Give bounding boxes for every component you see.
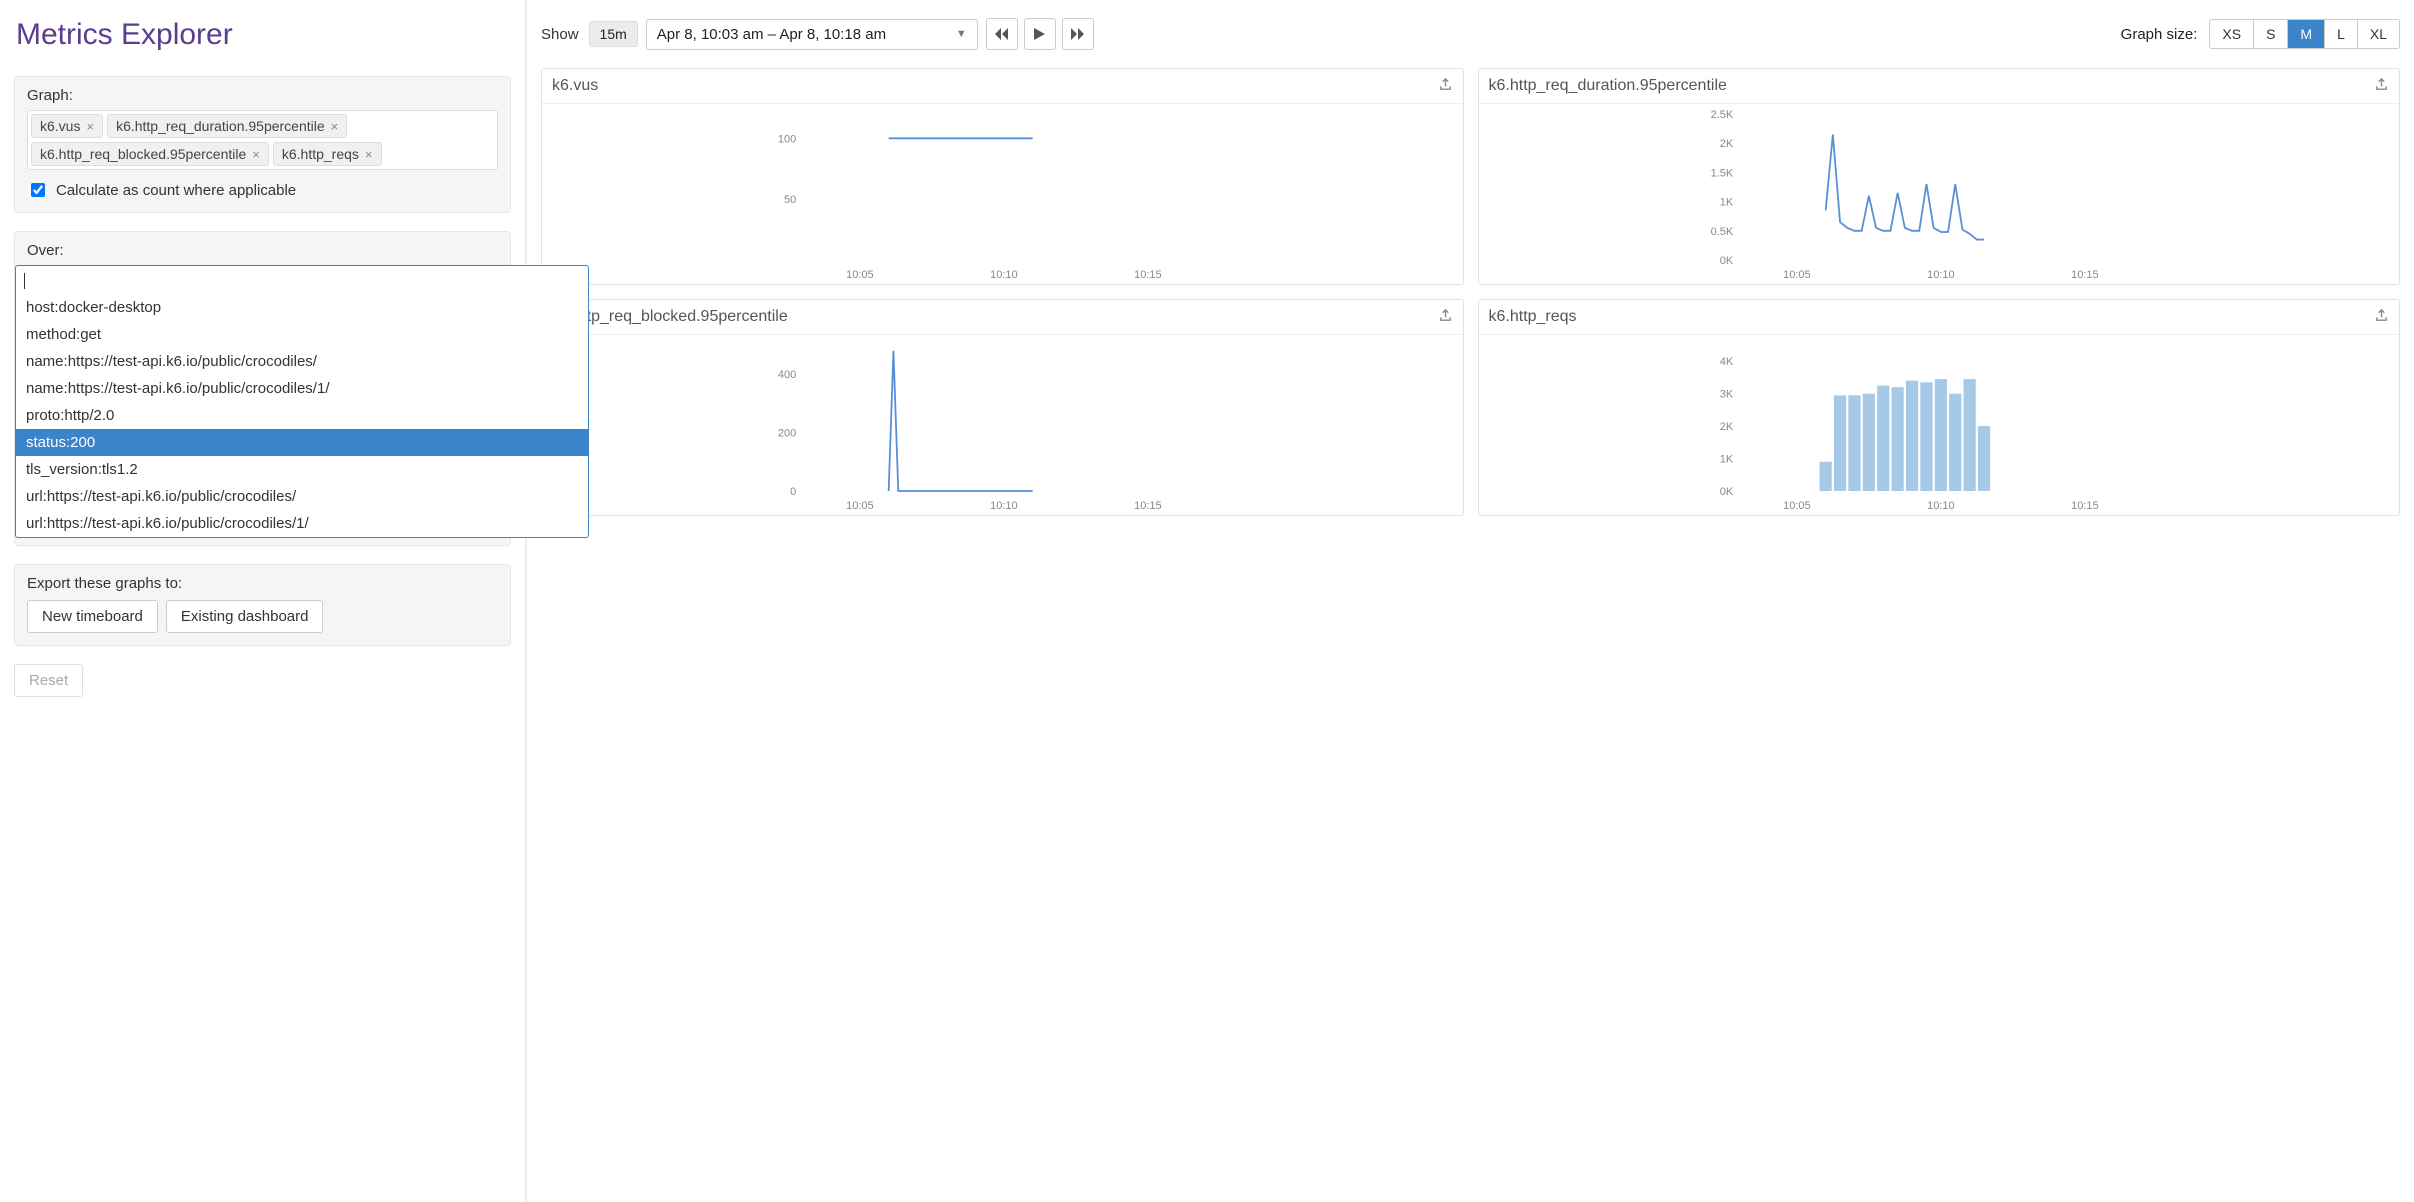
- svg-text:200: 200: [778, 428, 796, 440]
- metric-chip[interactable]: k6.http_reqs ×: [273, 142, 382, 166]
- svg-text:2.5K: 2.5K: [1710, 109, 1733, 121]
- svg-text:3K: 3K: [1719, 389, 1733, 401]
- over-dropdown-item[interactable]: host:docker-desktop: [16, 294, 588, 321]
- over-dropdown: host:docker-desktopmethod:getname:https:…: [15, 294, 589, 538]
- over-dropdown-item[interactable]: name:https://test-api.k6.io/public/croco…: [16, 375, 588, 402]
- chip-remove-icon[interactable]: ×: [331, 120, 339, 133]
- existing-dashboard-button[interactable]: Existing dashboard: [166, 600, 324, 633]
- svg-text:10:05: 10:05: [1783, 500, 1811, 512]
- graph-size-option[interactable]: M: [2288, 20, 2325, 48]
- svg-text:10:15: 10:15: [1134, 269, 1162, 281]
- svg-text:0: 0: [790, 486, 796, 498]
- svg-text:0K: 0K: [1719, 255, 1733, 267]
- graph-size-label: Graph size:: [2121, 26, 2198, 43]
- chip-remove-icon[interactable]: ×: [86, 120, 94, 133]
- show-label: Show: [541, 26, 579, 43]
- time-range-picker[interactable]: Apr 8, 10:03 am – Apr 8, 10:18 am ▼: [646, 19, 978, 50]
- over-dropdown-item[interactable]: tls_version:tls1.2: [16, 456, 588, 483]
- step-forward-button[interactable]: [1062, 18, 1094, 50]
- chart-body: 0 200 400 10:05 10:10 10:15: [542, 335, 1463, 515]
- sidebar: Metrics Explorer Graph: k6.vus×k6.http_r…: [0, 0, 527, 1202]
- export-icon[interactable]: [2374, 308, 2389, 326]
- chart-card: k6.vus 50 100 10:05 10:10 10:15: [541, 68, 1464, 285]
- chart-card: k6.http_req_blocked.95percentile02004001…: [541, 299, 1464, 516]
- metric-chip-label: k6.vus: [40, 118, 80, 134]
- graph-size-segment: XSSMLXL: [2209, 19, 2400, 49]
- new-timeboard-button[interactable]: New timeboard: [27, 600, 158, 633]
- svg-text:10:10: 10:10: [990, 500, 1018, 512]
- metric-chip-label: k6.http_reqs: [282, 146, 359, 162]
- calc-as-count-label: Calculate as count where applicable: [56, 182, 296, 199]
- calc-as-count-row[interactable]: Calculate as count where applicable: [27, 180, 498, 200]
- graph-panel-label: Graph:: [27, 87, 498, 104]
- svg-text:10:15: 10:15: [2071, 269, 2099, 281]
- svg-text:10:15: 10:15: [1134, 500, 1162, 512]
- page-title: Metrics Explorer: [16, 18, 511, 52]
- svg-text:2K: 2K: [1719, 138, 1733, 150]
- play-button[interactable]: [1024, 18, 1056, 50]
- calc-as-count-checkbox[interactable]: [31, 183, 45, 197]
- svg-text:10:10: 10:10: [990, 269, 1018, 281]
- export-panel: Export these graphs to: New timeboard Ex…: [14, 564, 511, 646]
- chart-card: k6.http_reqs 0K 1K 2K 3K 4K 10:05 10:10 10:15: [1478, 299, 2401, 516]
- chart-body: 0K 1K 2K 3K 4K 10:05 10:10 10:15: [1479, 335, 2400, 515]
- svg-text:10:10: 10:10: [1927, 500, 1955, 512]
- over-panel-label: Over:: [27, 242, 498, 259]
- svg-text:1K: 1K: [1719, 454, 1733, 466]
- over-input[interactable]: [15, 265, 589, 295]
- metric-chip[interactable]: k6.http_req_blocked.95percentile ×: [31, 142, 269, 166]
- over-dropdown-item[interactable]: status:200: [16, 429, 588, 456]
- caret-down-icon: ▼: [956, 28, 967, 40]
- main: Show 15m Apr 8, 10:03 am – Apr 8, 10:18 …: [527, 0, 2414, 1202]
- over-dropdown-item[interactable]: name:https://test-api.k6.io/public/croco…: [16, 348, 588, 375]
- svg-text:50: 50: [784, 194, 796, 206]
- export-panel-label: Export these graphs to:: [27, 575, 498, 592]
- export-icon[interactable]: [1438, 308, 1453, 326]
- metric-chip-label: k6.http_req_blocked.95percentile: [40, 146, 246, 162]
- chart-body: 0K 0.5K 1K 1.5K 2K 2.5K 10:05 10:10 10:15: [1479, 104, 2400, 284]
- over-panel: Over: host:docker-desktopmethod:getname:…: [14, 231, 511, 546]
- svg-text:0K: 0K: [1719, 486, 1733, 498]
- graph-size-option[interactable]: XL: [2358, 20, 2399, 48]
- chip-remove-icon[interactable]: ×: [365, 148, 373, 161]
- over-dropdown-item[interactable]: url:https://test-api.k6.io/public/crocod…: [16, 483, 588, 510]
- chart-title: k6.http_req_duration.95percentile: [1489, 77, 1727, 95]
- graph-size-option[interactable]: L: [2325, 20, 2358, 48]
- time-range-label: Apr 8, 10:03 am – Apr 8, 10:18 am: [657, 26, 886, 43]
- reset-button[interactable]: Reset: [14, 664, 83, 697]
- export-icon[interactable]: [1438, 77, 1453, 95]
- export-icon[interactable]: [2374, 77, 2389, 95]
- chart-title: k6.vus: [552, 77, 598, 95]
- chart-body: 50 100 10:05 10:10 10:15: [542, 104, 1463, 284]
- metric-chipbox[interactable]: k6.vus×k6.http_req_duration.95percentile…: [27, 110, 498, 170]
- svg-text:400: 400: [778, 369, 796, 381]
- chart-title: k6.http_reqs: [1489, 308, 1577, 326]
- svg-text:100: 100: [778, 133, 796, 145]
- svg-text:0.5K: 0.5K: [1710, 226, 1733, 238]
- svg-text:10:05: 10:05: [846, 500, 874, 512]
- over-dropdown-item[interactable]: proto:http/2.0: [16, 402, 588, 429]
- svg-text:10:05: 10:05: [1783, 269, 1811, 281]
- svg-text:1.5K: 1.5K: [1710, 167, 1733, 179]
- graph-size-option[interactable]: S: [2254, 20, 2288, 48]
- metric-chip[interactable]: k6.vus ×: [31, 114, 103, 138]
- over-dropdown-item[interactable]: method:get: [16, 321, 588, 348]
- step-back-button[interactable]: [986, 18, 1018, 50]
- metric-chip[interactable]: k6.http_req_duration.95percentile ×: [107, 114, 347, 138]
- svg-text:4K: 4K: [1719, 356, 1733, 368]
- graph-size-option[interactable]: XS: [2210, 20, 2254, 48]
- svg-text:2K: 2K: [1719, 421, 1733, 433]
- svg-text:10:10: 10:10: [1927, 269, 1955, 281]
- svg-text:10:05: 10:05: [846, 269, 874, 281]
- time-window-pill[interactable]: 15m: [589, 21, 638, 47]
- svg-text:10:15: 10:15: [2071, 500, 2099, 512]
- chart-card: k6.http_req_duration.95percentile 0K 0.5K 1…: [1478, 68, 2401, 285]
- svg-text:1K: 1K: [1719, 197, 1733, 209]
- graph-panel: Graph: k6.vus×k6.http_req_duration.95per…: [14, 76, 511, 213]
- metric-chip-label: k6.http_req_duration.95percentile: [116, 118, 325, 134]
- topbar: Show 15m Apr 8, 10:03 am – Apr 8, 10:18 …: [541, 18, 2400, 50]
- over-dropdown-item[interactable]: url:https://test-api.k6.io/public/crocod…: [16, 510, 588, 537]
- charts-grid: k6.vus5010010:0510:1010:15k6.http_req_du…: [541, 68, 2400, 516]
- chip-remove-icon[interactable]: ×: [252, 148, 260, 161]
